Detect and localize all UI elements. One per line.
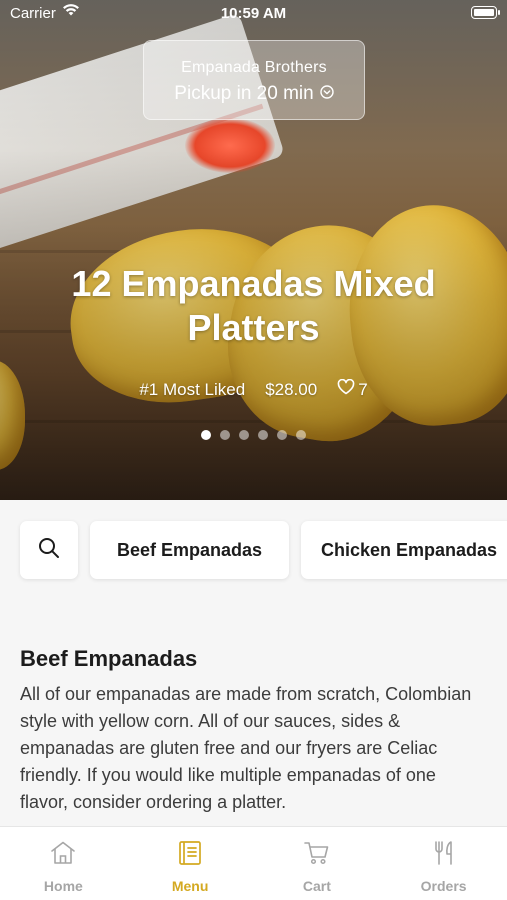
heart-icon [337,378,355,400]
featured-item-meta: #1 Most Liked $28.00 7 [0,378,507,400]
battery-icon [471,6,500,19]
search-button[interactable] [20,521,78,579]
tab-label: Orders [420,878,467,894]
pickup-time: Pickup in 20 min [174,83,314,104]
clock: 10:59 AM [220,5,287,22]
carousel-page-indicator[interactable] [0,430,507,440]
search-icon [37,536,61,565]
pickup-selector[interactable]: Empanada Brothers Pickup in 20 min [143,40,365,120]
tab-home[interactable]: Home [0,827,127,900]
chevron-down-circle-icon [320,83,334,105]
home-icon [49,840,77,871]
featured-price: $28.00 [265,379,318,399]
tab-cart[interactable]: Cart [254,827,381,900]
status-bar: Carrier 10:59 AM [0,0,507,30]
tab-label: Menu [171,878,209,894]
tab-label: Cart [302,878,331,894]
menu-book-icon [176,840,204,871]
carousel-dot[interactable] [201,430,211,440]
most-liked-badge: #1 Most Liked [139,379,246,399]
carousel-dot[interactable] [258,430,268,440]
like-count[interactable]: 7 [337,378,368,400]
carousel-dot[interactable] [277,430,287,440]
cart-icon [303,840,331,871]
category-scroller[interactable]: Beef Empanadas Chicken Empanadas [20,521,507,579]
category-chip[interactable]: Beef Empanadas [90,521,289,579]
tab-menu[interactable]: Menu [127,827,254,900]
carousel-dot[interactable] [220,430,230,440]
tab-bar: Home Menu Cart Orders [0,826,507,900]
section-title: Beef Empanadas [20,646,198,671]
carousel-dot[interactable] [239,430,249,440]
tab-label: Home [43,878,83,894]
featured-item-title: 12 Empanadas Mixed Platters [71,263,436,348]
restaurant-name: Empanada Brothers [181,59,327,76]
tab-orders[interactable]: Orders [380,827,507,900]
section-description: All of our empanadas are made from scrat… [20,684,472,812]
like-count-value: 7 [358,379,368,399]
fork-knife-icon [430,840,458,871]
carousel-dot[interactable] [296,430,306,440]
category-chip[interactable]: Chicken Empanadas [301,521,507,579]
